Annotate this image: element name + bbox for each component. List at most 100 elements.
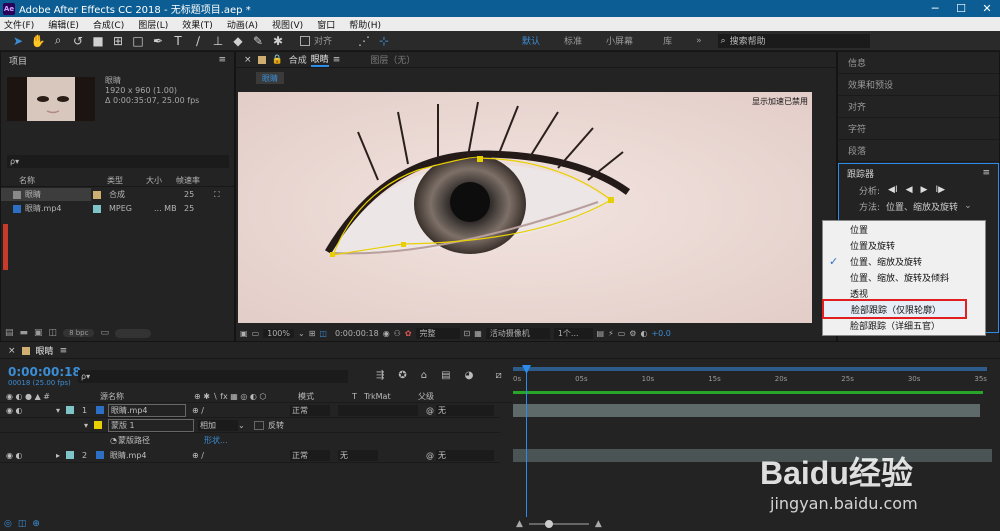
shy-icon[interactable]: ⌂ [421, 370, 427, 381]
project-settings-icon[interactable]: ◫ [49, 328, 58, 338]
column-parent[interactable]: 父级 [418, 391, 434, 402]
menu-help[interactable]: 帮助(H) [349, 18, 381, 31]
snap-checkbox[interactable] [300, 35, 310, 46]
menu-file[interactable]: 文件(F) [4, 18, 34, 31]
mask-path-value[interactable]: 形状... [204, 435, 228, 446]
analyze-forward-button[interactable]: ▶ [921, 185, 928, 195]
method-option-position[interactable]: 位置 [823, 221, 985, 237]
mask-mode-dropdown-icon[interactable]: ⌄ [238, 421, 254, 430]
project-item[interactable]: 眼睛 合成 25 ⛶ [1, 188, 234, 201]
bit-depth-button[interactable]: 8 bpc [63, 329, 95, 337]
menu-view[interactable]: 视图(V) [272, 18, 303, 31]
method-option-position-scale-rotation[interactable]: ✓ 位置、缩放及旋转 [823, 253, 985, 269]
timeline-tab-name[interactable]: 眼睛 [36, 344, 54, 357]
paragraph-panel-tab[interactable]: 段落 [838, 140, 999, 162]
time-ruler[interactable]: 0s 05s 10s 15s 20s 25s 30s 35s [513, 367, 987, 395]
camera-select[interactable]: 活动摄像机 [485, 327, 550, 339]
pan-behind-tool-icon[interactable]: ⊞ [110, 33, 126, 49]
snapshot-icon[interactable]: ◉ [383, 329, 390, 338]
zoom-in-icon[interactable]: ▲ [595, 519, 602, 529]
label-color-swatch[interactable] [93, 190, 101, 199]
workspace-library[interactable]: 库 [663, 34, 672, 47]
region-of-interest-icon[interactable]: ⊡ [464, 329, 471, 338]
comp-tab-label[interactable]: 合成 [289, 53, 307, 66]
toggle-pixel-icon[interactable]: ▤ [597, 329, 605, 338]
comp-mini-flowchart-icon[interactable]: ⇶ [376, 370, 384, 381]
type-tool-icon[interactable]: T [170, 33, 186, 49]
show-snapshot-icon[interactable]: ⚇ [394, 329, 401, 338]
timeline-search-input[interactable]: ρ▾ [78, 370, 348, 383]
draft-3d-icon[interactable]: ✪ [398, 370, 406, 381]
close-button[interactable]: ✕ [974, 0, 1000, 17]
pen-tool-icon[interactable]: ✒ [150, 33, 166, 49]
label-color-swatch[interactable] [93, 204, 101, 213]
effects-presets-panel-tab[interactable]: 效果和预设 [838, 74, 999, 96]
expand-layer-icon[interactable]: ▾ [56, 406, 66, 415]
column-type[interactable]: 类型 [91, 175, 146, 186]
method-select[interactable]: 位置、缩放及旋转 [886, 200, 958, 213]
help-search-input[interactable]: 搜索帮助 [730, 34, 766, 47]
layer-panel-tab[interactable]: 图层（无） [370, 53, 415, 66]
grid-icon[interactable]: ⊞ [309, 329, 316, 338]
layer-duration-bar[interactable] [513, 404, 980, 417]
new-composition-icon[interactable]: ▣ [34, 328, 43, 338]
tracker-menu-icon[interactable]: ≡ [982, 168, 990, 178]
reset-exposure-icon[interactable]: ◐ [640, 329, 647, 338]
expand-layer-icon[interactable]: ▸ [56, 451, 66, 460]
method-option-position-rotation[interactable]: 位置及旋转 [823, 237, 985, 253]
zoom-select[interactable]: 100% [263, 328, 294, 338]
camera-tool-icon[interactable]: ■ [90, 33, 106, 49]
column-source-name[interactable]: 源名称 [100, 391, 194, 402]
layer-mode-select[interactable]: 正常 [290, 404, 330, 416]
pickwhip-icon[interactable]: @ [426, 451, 436, 460]
visibility-icon[interactable]: ◉ ◐ [0, 451, 56, 460]
toggle-modes-icon[interactable]: ◫ [18, 519, 27, 529]
workspace-standard[interactable]: 标准 [564, 34, 582, 47]
delete-icon[interactable]: ▭ [100, 328, 109, 338]
layer-name[interactable]: 眼睛.mp4 [108, 450, 186, 461]
work-area-bar[interactable] [513, 367, 987, 371]
menu-composition[interactable]: 合成(C) [93, 18, 124, 31]
close-tab-icon[interactable]: × [244, 55, 252, 65]
parent-select[interactable]: 无 [436, 404, 494, 416]
exposure-value[interactable]: +0.0 [651, 329, 670, 338]
method-option-position-scale-rotation-skew[interactable]: 位置、缩放、旋转及倾斜 [823, 269, 985, 285]
column-size[interactable]: 大小 [146, 175, 176, 186]
graph-editor-icon[interactable]: ⧄ [495, 370, 501, 381]
close-timeline-icon[interactable]: × [8, 346, 16, 356]
timeline-icon[interactable]: ▭ [618, 329, 626, 338]
toggle-in-out-icon[interactable]: ⊕ [32, 519, 40, 529]
current-time[interactable]: 0:00:00:18 [335, 329, 379, 338]
flowchart-icon[interactable]: ⚙ [629, 329, 636, 338]
puppet-pin-tool-icon[interactable]: ✱ [270, 33, 286, 49]
comp-tab-name[interactable]: 眼睛 [310, 52, 329, 67]
comp-viewer[interactable]: 显示加速已禁用 [238, 92, 812, 323]
method-option-face-detailed[interactable]: 脸部跟踪（详细五官） [823, 317, 985, 333]
column-trkmat[interactable]: TrkMat [364, 392, 418, 401]
selection-tool-icon[interactable]: ➤ [10, 33, 26, 49]
layer-row[interactable]: ◉ ◐ ▾ 1 眼睛.mp4 ⊕ ∕ 正常 @ 无 [0, 403, 500, 418]
mask-mode-select[interactable]: 相加 [198, 419, 238, 431]
layer-mode-select[interactable]: 正常 [290, 449, 330, 461]
project-scroll[interactable] [115, 328, 151, 338]
column-name[interactable]: 名称 [1, 175, 91, 186]
zoom-slider-thumb[interactable] [544, 520, 553, 528]
invert-checkbox[interactable] [254, 420, 264, 430]
layer-label-swatch[interactable] [66, 406, 74, 414]
snap-grid-icon[interactable]: ⊹ [376, 33, 392, 49]
rectangle-tool-icon[interactable]: □ [130, 33, 146, 49]
workspace-default[interactable]: 默认 [522, 34, 540, 47]
stopwatch-icon[interactable]: ◔ [0, 436, 118, 445]
brush-tool-icon[interactable]: ∕ [190, 33, 206, 49]
maximize-button[interactable]: ☐ [948, 0, 974, 17]
analyze-back-frame-button[interactable]: ◀I [888, 185, 898, 195]
column-t[interactable]: T [352, 392, 364, 401]
views-select[interactable]: 1个... [553, 327, 593, 339]
toggle-switches-icon[interactable]: ◎ [4, 519, 12, 529]
menu-animation[interactable]: 动画(A) [227, 18, 258, 31]
mask-row[interactable]: ▾ 蒙版 1 相加 ⌄ 反转 [0, 418, 500, 433]
menu-edit[interactable]: 编辑(E) [48, 18, 79, 31]
mask-path-row[interactable]: ◔ 蒙版路径 形状... [0, 433, 500, 448]
layer-switches[interactable]: ⊕ ∕ [186, 406, 290, 415]
motion-blur-icon[interactable]: ◕ [465, 370, 474, 381]
